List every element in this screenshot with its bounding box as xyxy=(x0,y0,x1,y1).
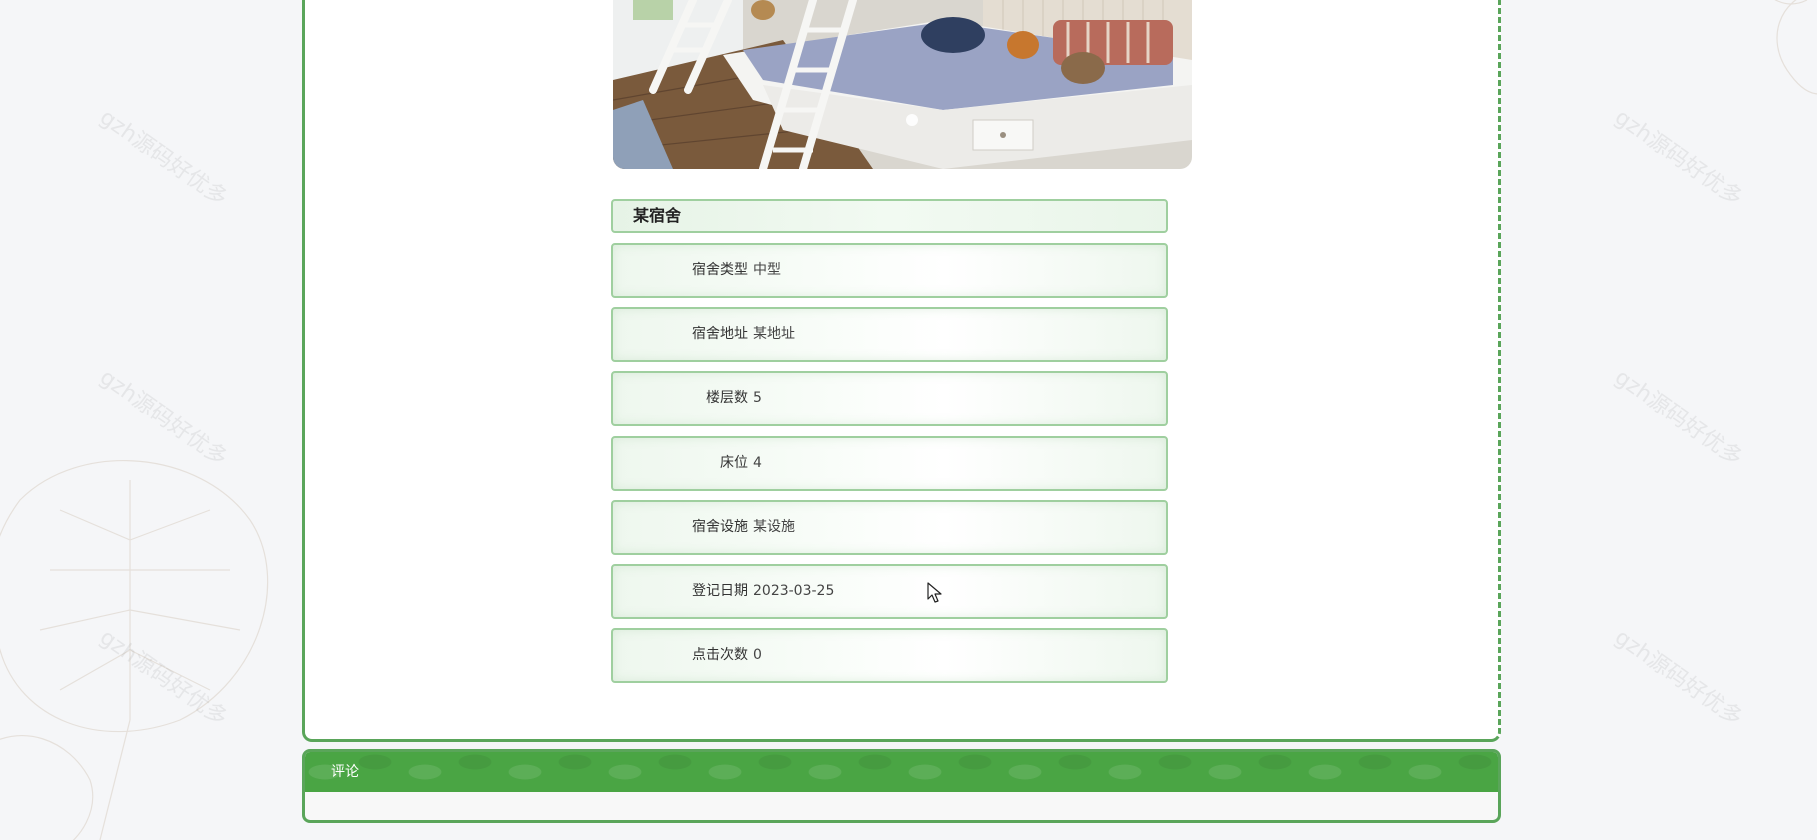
row-value: 某设施 xyxy=(753,519,795,535)
comment-panel: 评论 xyxy=(302,749,1501,823)
detail-row-dorm-address: 宿舍地址 某地址 xyxy=(611,307,1168,362)
row-label: 楼层数 xyxy=(706,390,748,406)
watermark: gzh源码好优多 xyxy=(1609,624,1747,732)
row-value: 5 xyxy=(753,390,762,406)
row-label: 宿舍地址 xyxy=(692,326,748,342)
row-label: 登记日期 xyxy=(692,583,748,599)
watermark: gzh源码好优多 xyxy=(94,104,232,212)
room-photo-image xyxy=(613,0,1192,169)
detail-row-facilities: 宿舍设施 某设施 xyxy=(611,500,1168,555)
row-label: 床位 xyxy=(720,455,748,471)
row-label: 宿舍设施 xyxy=(692,519,748,535)
row-value: 0 xyxy=(753,647,762,663)
detail-row-dorm-type: 宿舍类型 中型 xyxy=(611,243,1168,298)
leaf-decoration-icon xyxy=(0,460,269,840)
row-value: 4 xyxy=(753,455,762,471)
detail-row-click-count: 点击次数 0 xyxy=(611,628,1168,683)
row-label: 宿舍类型 xyxy=(692,262,748,278)
watermark: gzh源码好优多 xyxy=(1609,364,1747,472)
flower-decoration-icon xyxy=(1774,0,1817,95)
room-photo[interactable] xyxy=(613,0,1192,169)
row-value: 2023-03-25 xyxy=(753,583,835,599)
row-value: 某地址 xyxy=(753,326,795,342)
row-value: 中型 xyxy=(753,262,781,278)
carousel-dot[interactable] xyxy=(906,114,918,126)
mouse-cursor-icon xyxy=(927,582,942,603)
comment-header: 评论 xyxy=(305,752,1498,792)
detail-row-beds: 床位 4 xyxy=(611,436,1168,491)
detail-row-floors: 楼层数 5 xyxy=(611,371,1168,426)
row-label: 点击次数 xyxy=(692,647,748,663)
dorm-name: 某宿舍 xyxy=(611,199,1168,233)
detail-row-register-date: 登记日期 2023-03-25 xyxy=(611,564,1168,619)
